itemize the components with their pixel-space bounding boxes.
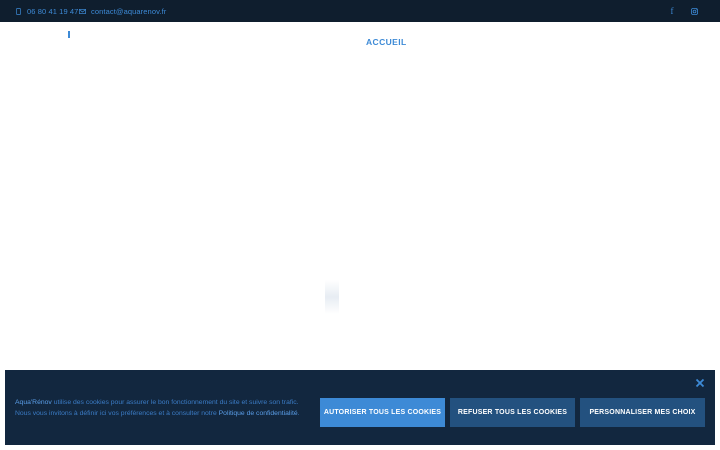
cookie-message: Aqua'Rénov utilise des cookies pour assu… xyxy=(15,398,315,419)
phone-number[interactable]: 06 80 41 19 47 xyxy=(27,7,78,16)
customize-cookies-button[interactable]: PERSONNALISER MES CHOIX xyxy=(580,398,705,427)
cookie-text-line2: Nous vous invitons à définir ici vos pré… xyxy=(15,409,219,417)
refuse-all-cookies-button[interactable]: REFUSER TOUS LES COOKIES xyxy=(450,398,575,427)
cookie-text-line1: utilise des cookies pour assurer le bon … xyxy=(51,399,299,406)
instagram-link[interactable] xyxy=(687,0,701,22)
envelope-icon xyxy=(79,8,86,14)
phone-icon xyxy=(16,7,21,15)
top-bar: 06 80 41 19 47 contact@aquarenov.fr f xyxy=(0,0,720,22)
phone-contact[interactable]: 06 80 41 19 47 xyxy=(16,0,78,22)
facebook-link[interactable]: f xyxy=(665,0,679,22)
accept-all-cookies-button[interactable]: AUTORISER TOUS LES COOKIES xyxy=(320,398,445,427)
nav-home-link[interactable]: ACCUEIL xyxy=(366,37,407,47)
facebook-icon: f xyxy=(670,6,674,16)
site-logo[interactable] xyxy=(68,31,70,38)
cookie-text-end: . xyxy=(297,409,300,417)
email-contact[interactable]: contact@aquarenov.fr xyxy=(79,0,166,22)
privacy-policy-link[interactable]: Politique de confidentialité xyxy=(219,410,298,417)
close-icon[interactable] xyxy=(695,378,705,388)
instagram-icon xyxy=(690,7,698,15)
brand-name: Aqua'Rénov xyxy=(15,399,52,406)
email-address[interactable]: contact@aquarenov.fr xyxy=(91,7,166,16)
loading-placeholder xyxy=(325,280,339,314)
cookie-banner: Aqua'Rénov utilise des cookies pour assu… xyxy=(5,370,715,445)
